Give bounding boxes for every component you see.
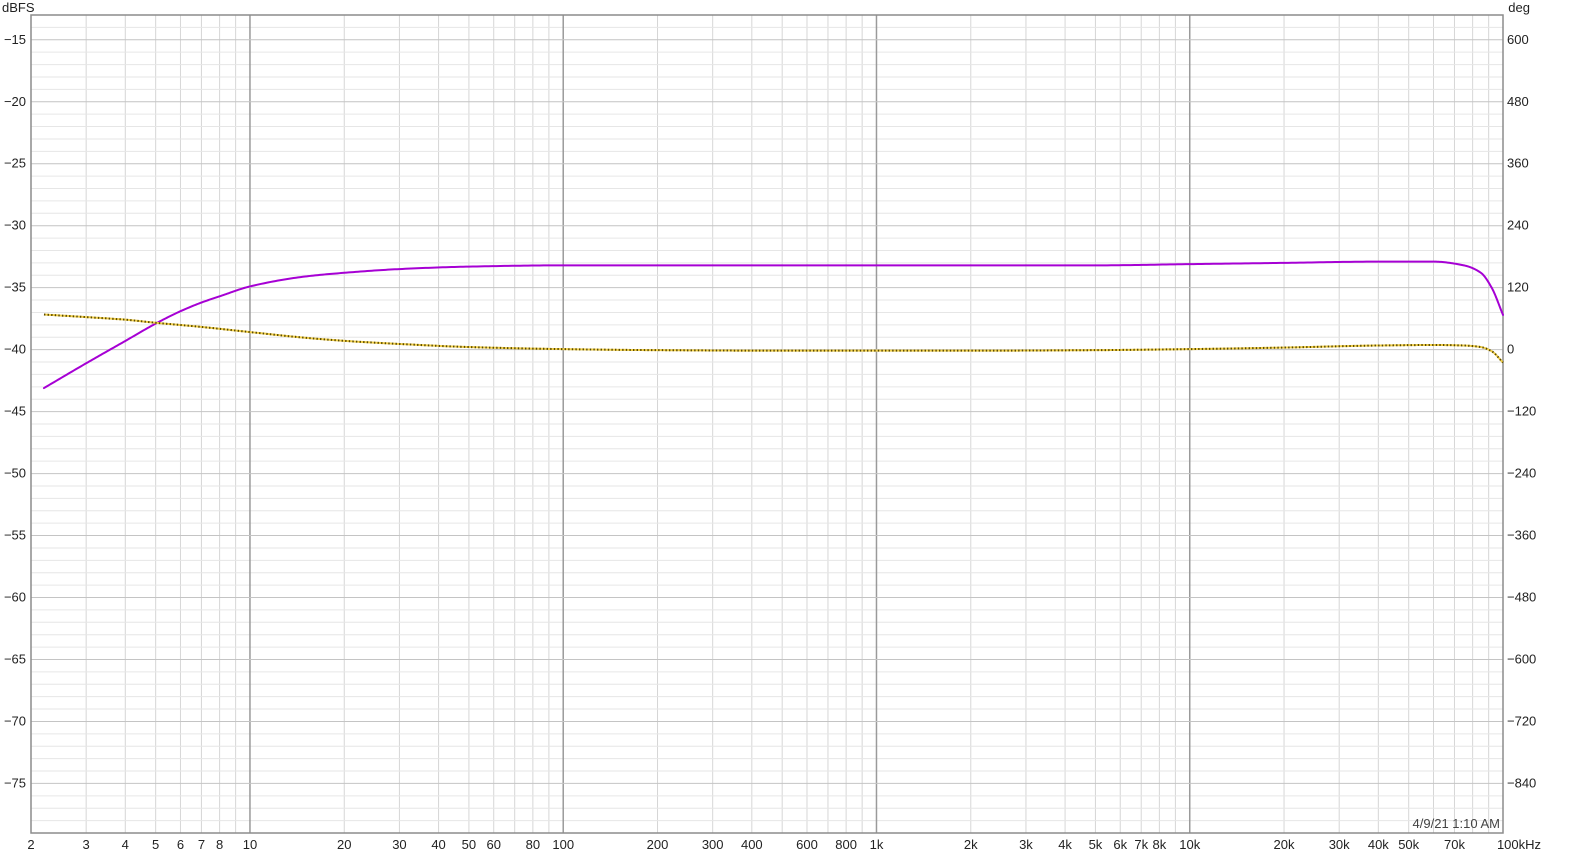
x-tick-label: 3k: [1019, 837, 1033, 852]
x-tick-label: 200: [647, 837, 669, 852]
x-tick-label: 300: [702, 837, 724, 852]
x-tick-label: 2k: [964, 837, 978, 852]
timestamp: 4/9/21 1:10 AM: [1413, 816, 1500, 831]
y2-tick-label: 600: [1507, 32, 1529, 47]
x-tick-label: 100: [552, 837, 574, 852]
x-tick-label: 100kHz: [1497, 837, 1541, 852]
x-tick-label: 50k: [1398, 837, 1419, 852]
y-tick-label: −50: [4, 466, 26, 481]
y2-tick-label: 480: [1507, 94, 1529, 109]
x-tick-label: 70k: [1444, 837, 1465, 852]
frequency-response-chart: 2 3 4 5 6 7 8 10 20 30 40 50 60 80 100 200 300 400 600 800 1…: [2, 0, 1541, 852]
y-tick-labels: −15 −20 −25 −30 −35 −40 −45 −50 −55 −60 −65 −70 −75: [4, 32, 26, 791]
y-tick-label: −70: [4, 713, 26, 728]
y-tick-label: −75: [4, 775, 26, 790]
y-tick-label: −40: [4, 342, 26, 357]
y-tick-label: −45: [4, 404, 26, 419]
x-tick-label: 20: [337, 837, 351, 852]
x-tick-label: 30: [392, 837, 406, 852]
x-tick-label: 30k: [1329, 837, 1350, 852]
y-tick-label: −35: [4, 280, 26, 295]
x-tick-label: 40: [431, 837, 445, 852]
y2-tick-label: 360: [1507, 156, 1529, 171]
y2-tick-label: −240: [1507, 466, 1536, 481]
x-tick-label: 7: [198, 837, 205, 852]
y-tick-label: −20: [4, 94, 26, 109]
x-tick-label: 20k: [1274, 837, 1295, 852]
x-tick-label: 8k: [1153, 837, 1167, 852]
y-tick-label: −65: [4, 651, 26, 666]
y2-tick-label: −840: [1507, 775, 1536, 790]
y2-tick-label: 0: [1507, 342, 1514, 357]
y2-tick-label: −600: [1507, 651, 1536, 666]
x-tick-label: 800: [835, 837, 857, 852]
x-tick-label: 4k: [1058, 837, 1072, 852]
y2-tick-label: −120: [1507, 404, 1536, 419]
x-tick-label: 400: [741, 837, 763, 852]
y2-tick-label: −720: [1507, 713, 1536, 728]
left-axis-unit: dBFS: [2, 0, 35, 15]
x-tick-label: 80: [526, 837, 540, 852]
y2-tick-label: 240: [1507, 218, 1529, 233]
x-tick-label: 6k: [1113, 837, 1127, 852]
x-tick-label: 7k: [1134, 837, 1148, 852]
y2-tick-label: −480: [1507, 590, 1536, 605]
x-tick-label: 5k: [1089, 837, 1103, 852]
x-tick-label: 60: [486, 837, 500, 852]
x-tick-label: 4: [122, 837, 129, 852]
y-tick-label: −15: [4, 32, 26, 47]
x-tick-label: 10k: [1179, 837, 1200, 852]
x-tick-label: 50: [462, 837, 476, 852]
x-tick-label: 2: [27, 837, 34, 852]
y-tick-label: −55: [4, 528, 26, 543]
y2-tick-labels: 600 480 360 240 120 0 −120 −240 −360 −480 −600 −720…: [1507, 32, 1536, 791]
y-tick-label: −60: [4, 590, 26, 605]
x-tick-label: 8: [216, 837, 223, 852]
y-tick-label: −25: [4, 156, 26, 171]
right-axis-unit: deg: [1508, 0, 1530, 15]
x-tick-label: 10: [243, 837, 257, 852]
y-tick-label: −30: [4, 218, 26, 233]
x-tick-label: 1k: [870, 837, 884, 852]
x-tick-label: 40k: [1368, 837, 1389, 852]
x-tick-label: 3: [83, 837, 90, 852]
x-tick-labels: 2 3 4 5 6 7 8 10 20 30 40 50 60 80 100 200 300 400 600 800 1…: [27, 837, 1541, 852]
x-tick-label: 6: [177, 837, 184, 852]
x-tick-label: 5: [152, 837, 159, 852]
y2-tick-label: 120: [1507, 280, 1529, 295]
x-tick-label: 600: [796, 837, 818, 852]
y2-tick-label: −360: [1507, 528, 1536, 543]
